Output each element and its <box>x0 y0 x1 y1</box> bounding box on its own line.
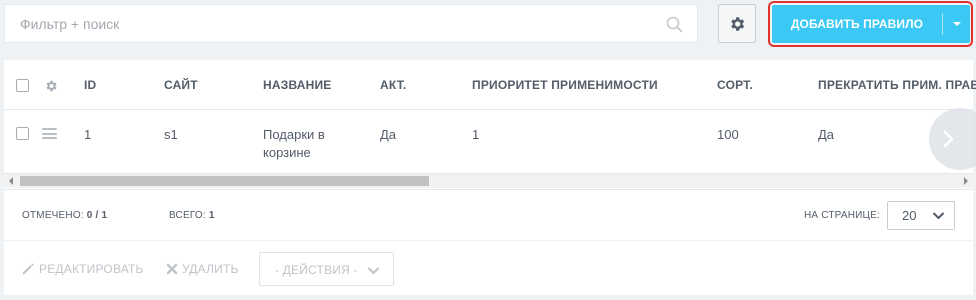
selected-count-value: 0 / 1 <box>86 210 108 221</box>
chevron-right-icon <box>943 130 954 148</box>
chevron-down-icon <box>933 212 944 219</box>
cell-id: 1 <box>84 127 92 142</box>
group-actions-select[interactable]: - Действия - <box>259 252 394 286</box>
column-header-stop[interactable]: Прекратить прим. прави <box>818 78 976 92</box>
grid-footer: Отмечено: 0 / 1 Всего: 1 На странице: 20 <box>4 189 973 239</box>
column-settings-icon[interactable] <box>44 79 58 93</box>
gear-icon <box>731 16 745 31</box>
selected-count: Отмечено: 0 / 1 <box>22 210 107 221</box>
per-page-label: На странице: <box>804 210 880 221</box>
scroll-left-arrow-icon[interactable] <box>9 177 13 185</box>
edit-button[interactable]: Редактировать <box>21 262 144 276</box>
total-count-label: Всего: <box>169 210 206 221</box>
total-count-value: 1 <box>208 210 215 221</box>
per-page-select[interactable]: 20 <box>887 201 955 230</box>
edit-label: Редактировать <box>39 262 144 276</box>
column-header-name[interactable]: Название <box>263 78 331 92</box>
search-icon[interactable] <box>666 16 683 33</box>
delete-button[interactable]: Удалить <box>166 262 239 276</box>
column-header-sort[interactable]: Сорт. <box>717 78 753 92</box>
select-all-checkbox[interactable] <box>16 79 29 92</box>
cell-site: s1 <box>164 127 178 142</box>
rules-grid: ID Сайт Название Акт. Приоритет применим… <box>4 60 976 295</box>
chevron-down-icon <box>368 267 379 274</box>
grid-header: ID Сайт Название Акт. Приоритет применим… <box>4 60 976 110</box>
selected-count-label: Отмечено: <box>22 210 84 221</box>
group-actions-value: - Действия - <box>275 263 358 277</box>
pencil-icon <box>22 263 34 275</box>
scroll-right-arrow-icon[interactable] <box>964 177 968 185</box>
filter-search-box[interactable] <box>4 4 698 43</box>
add-rule-split-button[interactable]: Добавить правило <box>772 5 970 43</box>
column-header-priority[interactable]: Приоритет применимости <box>472 78 658 92</box>
table-row[interactable]: 1 s1 Подарки в корзине Да 1 100 Да <box>4 111 973 171</box>
per-page-value: 20 <box>902 208 917 223</box>
add-rule-button[interactable]: Добавить правило <box>772 5 942 43</box>
caret-down-icon[interactable] <box>943 5 970 43</box>
grid-settings-button[interactable] <box>718 4 756 43</box>
cross-icon <box>166 263 178 275</box>
row-checkbox[interactable] <box>16 127 29 140</box>
horizontal-scrollbar[interactable] <box>4 173 973 188</box>
cell-priority: 1 <box>472 127 480 142</box>
column-header-site[interactable]: Сайт <box>164 78 198 92</box>
total-count: Всего: 1 <box>169 210 215 221</box>
delete-label: Удалить <box>182 262 239 276</box>
cell-name: Подарки в корзине <box>263 127 325 160</box>
scrollbar-thumb[interactable] <box>20 176 429 186</box>
cell-stop: Да <box>818 127 835 142</box>
cell-sort: 100 <box>717 127 739 142</box>
search-input[interactable] <box>5 5 697 42</box>
column-header-id[interactable]: ID <box>84 78 96 92</box>
cell-active: Да <box>380 127 397 142</box>
column-header-active[interactable]: Акт. <box>380 78 406 92</box>
hamburger-icon[interactable] <box>42 128 57 139</box>
group-actions-bar: Редактировать Удалить - Действия - <box>4 240 973 295</box>
